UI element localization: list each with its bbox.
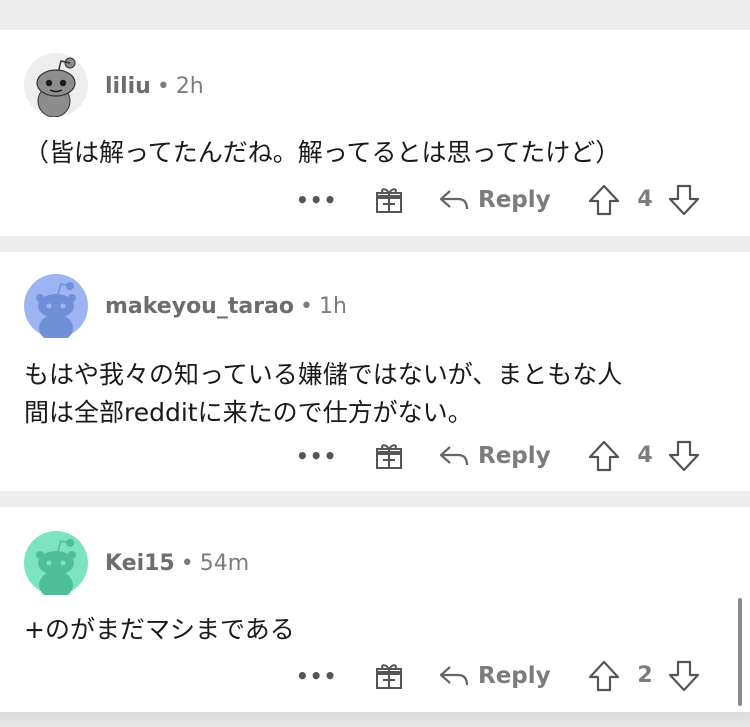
scrollbar[interactable] [738, 598, 742, 706]
vote-score: 2 [637, 663, 653, 688]
reply-button[interactable]: Reply [438, 436, 551, 476]
avatar[interactable] [24, 531, 88, 595]
comment-text: +のがまだマシまである [24, 615, 295, 644]
more-options-button[interactable]: ••• [296, 656, 337, 696]
vote-score: 4 [637, 443, 653, 468]
upvote-button[interactable] [588, 180, 620, 220]
upvote-arrow-icon [588, 440, 620, 472]
downvote-arrow-icon [668, 440, 700, 472]
more-options-button[interactable]: ••• [296, 180, 337, 220]
timestamp: 54m [199, 551, 250, 576]
comment: liliu • 2h （皆は解ってたんだね。解ってるとは思ってたけど） ••• Re… [0, 30, 750, 236]
award-button[interactable] [374, 436, 404, 476]
downvote-button[interactable] [668, 656, 700, 696]
reply-label: Reply [478, 443, 551, 469]
comment-actions: ••• Reply 2 [0, 656, 750, 696]
meta-separator: • [156, 74, 170, 99]
timestamp: 2h [175, 74, 204, 99]
downvote-arrow-icon [668, 660, 700, 692]
timestamp: 1h [319, 294, 347, 319]
comment: makeyou_tarao • 1h もはや我々の知っている嫌儲ではないが、まともな… [0, 252, 750, 491]
comment-text-line: 間は全部redditに来たので仕方がない。 [24, 398, 473, 427]
comment-separator [0, 236, 750, 252]
snoo-avatar-icon [36, 282, 76, 338]
comment: Kei15 • 54m +のがまだマシまである ••• Reply 2 [0, 507, 750, 712]
award-button[interactable] [374, 656, 404, 696]
reply-arrow-icon [439, 190, 469, 210]
avatar[interactable] [24, 274, 88, 338]
reply-label: Reply [478, 187, 551, 213]
comment-actions: ••• Reply 4 [0, 180, 750, 220]
upvote-arrow-icon [588, 660, 620, 692]
comment-meta: liliu • 2h [105, 72, 204, 102]
comment-text: （皆は解ってたんだね。解ってるとは思ってたけど） [24, 138, 621, 167]
reply-button[interactable]: Reply [438, 180, 551, 220]
reply-button[interactable]: Reply [438, 656, 551, 696]
username[interactable]: liliu [105, 74, 151, 99]
gift-icon [376, 664, 402, 689]
comment-text-line: もはや我々の知っている嫌儲ではないが、まともな人 [24, 360, 623, 389]
comment-meta: Kei15 • 54m [105, 549, 249, 579]
more-options-button[interactable]: ••• [296, 436, 337, 476]
bottom-edge [0, 712, 750, 727]
upvote-arrow-icon [588, 184, 620, 216]
avatar[interactable] [24, 53, 88, 117]
reply-arrow-icon [439, 666, 469, 686]
comment-actions: ••• Reply 4 [0, 436, 750, 476]
meta-separator: • [300, 294, 314, 319]
username[interactable]: makeyou_tarao [105, 294, 294, 319]
reply-arrow-icon [439, 446, 469, 466]
gift-icon [376, 444, 402, 469]
downvote-button[interactable] [668, 436, 700, 476]
comment-meta: makeyou_tarao • 1h [105, 292, 347, 322]
upvote-button[interactable] [588, 436, 620, 476]
comment-separator [0, 491, 750, 507]
gift-icon [376, 188, 402, 213]
comment-text: もはや我々の知っている嫌儲ではないが、まともな人 間は全部redditに来たので… [24, 356, 724, 432]
upvote-button[interactable] [588, 656, 620, 696]
award-button[interactable] [374, 180, 404, 220]
username[interactable]: Kei15 [105, 551, 175, 576]
snoo-avatar-icon [36, 57, 76, 117]
downvote-button[interactable] [668, 180, 700, 220]
snoo-avatar-icon [36, 539, 76, 595]
comment-separator [0, 0, 750, 30]
reply-label: Reply [478, 663, 551, 689]
downvote-arrow-icon [668, 184, 700, 216]
vote-score: 4 [637, 187, 653, 212]
meta-separator: • [180, 551, 194, 576]
